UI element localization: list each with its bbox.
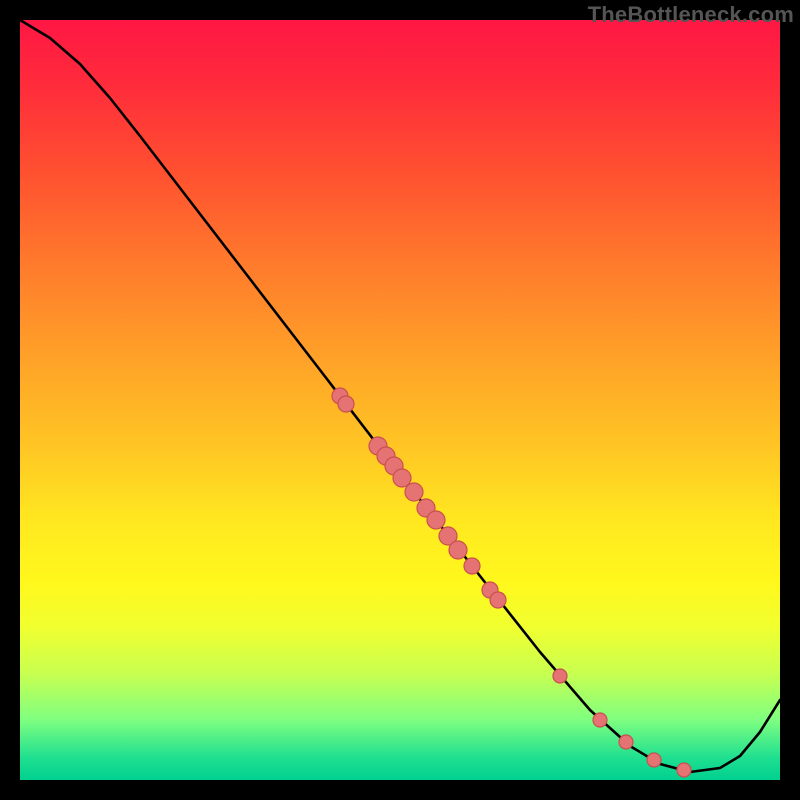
watermark-text: TheBottleneck.com [588,2,794,28]
scatter-dot [464,558,480,574]
scatter-dot [427,511,445,529]
scatter-dot [677,763,691,777]
scatter-dot [405,483,423,501]
bottleneck-curve [20,20,780,772]
scatter-dot [449,541,467,559]
plot-area [20,20,780,780]
scatter-markers [332,388,691,777]
scatter-dot [619,735,633,749]
chart-svg [20,20,780,780]
scatter-dot [490,592,506,608]
scatter-dot [647,753,661,767]
scatter-dot [553,669,567,683]
scatter-dot [338,396,354,412]
scatter-dot [593,713,607,727]
chart-frame: TheBottleneck.com [0,0,800,800]
